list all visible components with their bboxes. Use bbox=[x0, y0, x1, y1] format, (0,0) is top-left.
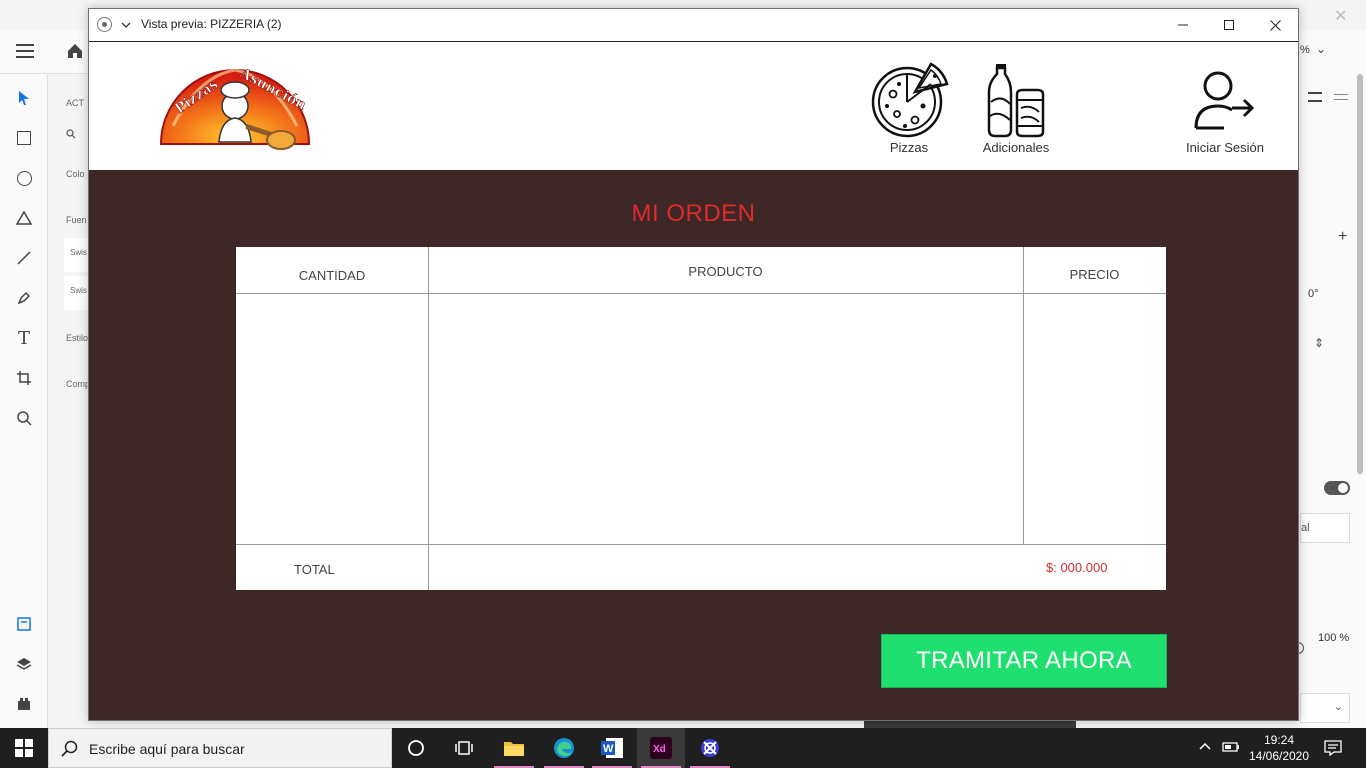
task-view-icon[interactable] bbox=[440, 728, 488, 768]
nav-label: Adicionales bbox=[982, 140, 1050, 155]
panel-label: Comp bbox=[66, 379, 91, 389]
cortana-icon[interactable] bbox=[392, 728, 440, 768]
scrollbar[interactable] bbox=[1357, 74, 1363, 474]
opacity-value[interactable]: 100 % bbox=[1318, 632, 1349, 644]
xd-right-top: % ⌄ bbox=[1298, 30, 1366, 74]
polygon-tool-icon[interactable] bbox=[12, 206, 36, 230]
rotation-value[interactable]: 0° bbox=[1308, 288, 1319, 300]
pizza-icon bbox=[867, 62, 951, 140]
select-tool-icon[interactable] bbox=[12, 86, 36, 110]
taskbar-search-input[interactable]: Escribe aquí para buscar bbox=[48, 728, 392, 768]
xd-bottom-strip bbox=[864, 720, 1076, 728]
clock-date: 14/06/2020 bbox=[1248, 749, 1310, 763]
system-clock[interactable]: 19:24 14/06/2020 bbox=[1246, 732, 1312, 764]
xd-right-panel: + 0° ⇕ 100 % bbox=[1292, 74, 1366, 728]
xd-tools-bar: T bbox=[0, 74, 48, 728]
panel-label: ACT bbox=[66, 98, 84, 108]
notification-icon[interactable] bbox=[1324, 740, 1342, 761]
network-app-icon[interactable] bbox=[686, 728, 734, 768]
flip-icon[interactable]: ⇕ bbox=[1314, 336, 1324, 350]
plugins-icon[interactable] bbox=[12, 692, 36, 716]
plus-icon[interactable]: + bbox=[1338, 228, 1347, 246]
drinks-icon bbox=[971, 64, 1061, 140]
site-canvas: Pizzas Asunción Pizzas Adicionales Inici… bbox=[89, 41, 1298, 720]
column-header-precio: PRECIO bbox=[1069, 267, 1120, 282]
adobe-xd-icon[interactable]: Xd bbox=[637, 728, 685, 768]
maximize-button[interactable] bbox=[1206, 9, 1252, 41]
dropdown-field[interactable]: al bbox=[1300, 513, 1350, 543]
chevron-down-icon[interactable]: ⌄ bbox=[1316, 42, 1326, 56]
record-icon[interactable] bbox=[97, 17, 112, 32]
column-header-cantidad: CANTIDAD bbox=[298, 268, 366, 283]
chevron-down-icon: ⌄ bbox=[1333, 701, 1343, 713]
artboard-tool-icon[interactable] bbox=[12, 366, 36, 390]
edge-browser-icon[interactable] bbox=[540, 728, 588, 768]
battery-icon[interactable] bbox=[1222, 740, 1240, 759]
search-icon bbox=[66, 126, 76, 144]
file-explorer-icon[interactable] bbox=[490, 728, 538, 768]
nav-item-adicionales[interactable]: Adicionales bbox=[971, 64, 1061, 155]
window-title: Vista previa: PIZZERIA (2) bbox=[141, 17, 282, 31]
site-header: Pizzas Asunción Pizzas Adicionales Inici… bbox=[89, 41, 1298, 170]
minimize-button[interactable] bbox=[1160, 9, 1206, 41]
dropdown-field[interactable]: ⌄ bbox=[1300, 693, 1350, 723]
nav-item-pizzas[interactable]: Pizzas bbox=[867, 62, 951, 155]
pen-tool-icon[interactable] bbox=[12, 286, 36, 310]
chevron-down-icon[interactable] bbox=[120, 18, 132, 30]
svg-text:W: W bbox=[603, 743, 614, 755]
nav-label: Iniciar Sesión bbox=[1185, 140, 1265, 155]
toggle-switch[interactable] bbox=[1324, 481, 1350, 495]
nav-item-login[interactable]: Iniciar Sesión bbox=[1175, 68, 1275, 155]
panel-label: Fuen bbox=[66, 215, 87, 225]
layers-icon[interactable] bbox=[12, 652, 36, 676]
windows-start-icon[interactable] bbox=[0, 728, 48, 768]
clock-time: 19:24 bbox=[1263, 733, 1295, 747]
dropdown-value: al bbox=[1301, 522, 1310, 534]
document-assets-icon[interactable] bbox=[12, 612, 36, 636]
distribute-icon[interactable] bbox=[1334, 94, 1348, 100]
checkout-button[interactable]: TRAMITAR AHORA bbox=[881, 634, 1167, 688]
ellipse-tool-icon[interactable] bbox=[12, 166, 36, 190]
user-login-icon bbox=[1175, 68, 1275, 140]
home-icon[interactable] bbox=[66, 42, 84, 65]
nav-label: Pizzas bbox=[889, 140, 929, 155]
total-value: $: 000.000 bbox=[1046, 560, 1108, 575]
pizzeria-logo[interactable]: Pizzas Asunción bbox=[159, 56, 311, 156]
column-header-producto: PRODUCTO bbox=[688, 264, 763, 279]
search-icon bbox=[61, 740, 79, 763]
panel-label: Colo bbox=[66, 169, 85, 179]
order-title: MI ORDEN bbox=[631, 200, 756, 227]
line-tool-icon[interactable] bbox=[12, 246, 36, 270]
svg-text:Xd: Xd bbox=[653, 744, 666, 755]
title-bar: Vista previa: PIZZERIA (2) bbox=[89, 9, 1298, 41]
xd-property-panel: ACT Colo Fuen Swis Swis Estilo Comp bbox=[48, 74, 94, 728]
preview-window: Vista previa: PIZZERIA (2) Pizzas Asunci… bbox=[88, 8, 1299, 721]
search-placeholder: Escribe aquí para buscar bbox=[89, 741, 245, 757]
close-button[interactable] bbox=[1252, 9, 1298, 41]
zoom-percent: % bbox=[1300, 44, 1310, 56]
order-section: MI ORDEN CANTIDAD PRODUCTO PRECIO TOTAL … bbox=[89, 170, 1298, 720]
taskbar: Escribe aquí para buscar W Xd 19:24 14/0… bbox=[0, 728, 1366, 768]
text-tool-icon[interactable]: T bbox=[12, 326, 36, 350]
rectangle-tool-icon[interactable] bbox=[12, 126, 36, 150]
total-divider bbox=[236, 544, 1166, 545]
close-icon[interactable]: ✕ bbox=[1334, 6, 1347, 26]
zoom-tool-icon[interactable] bbox=[12, 406, 36, 430]
align-icon[interactable] bbox=[1308, 92, 1322, 102]
total-label: TOTAL bbox=[294, 562, 335, 577]
menu-icon[interactable] bbox=[16, 44, 34, 58]
swatch-label: Swis bbox=[70, 248, 87, 257]
order-items-area bbox=[236, 294, 1166, 544]
order-table: CANTIDAD PRODUCTO PRECIO TOTAL $: 000.00… bbox=[236, 247, 1166, 590]
swatch-label: Swis bbox=[70, 286, 87, 295]
word-app-icon[interactable]: W bbox=[588, 728, 636, 768]
panel-label: Estilo bbox=[66, 333, 89, 343]
chevron-up-icon[interactable] bbox=[1198, 740, 1212, 759]
